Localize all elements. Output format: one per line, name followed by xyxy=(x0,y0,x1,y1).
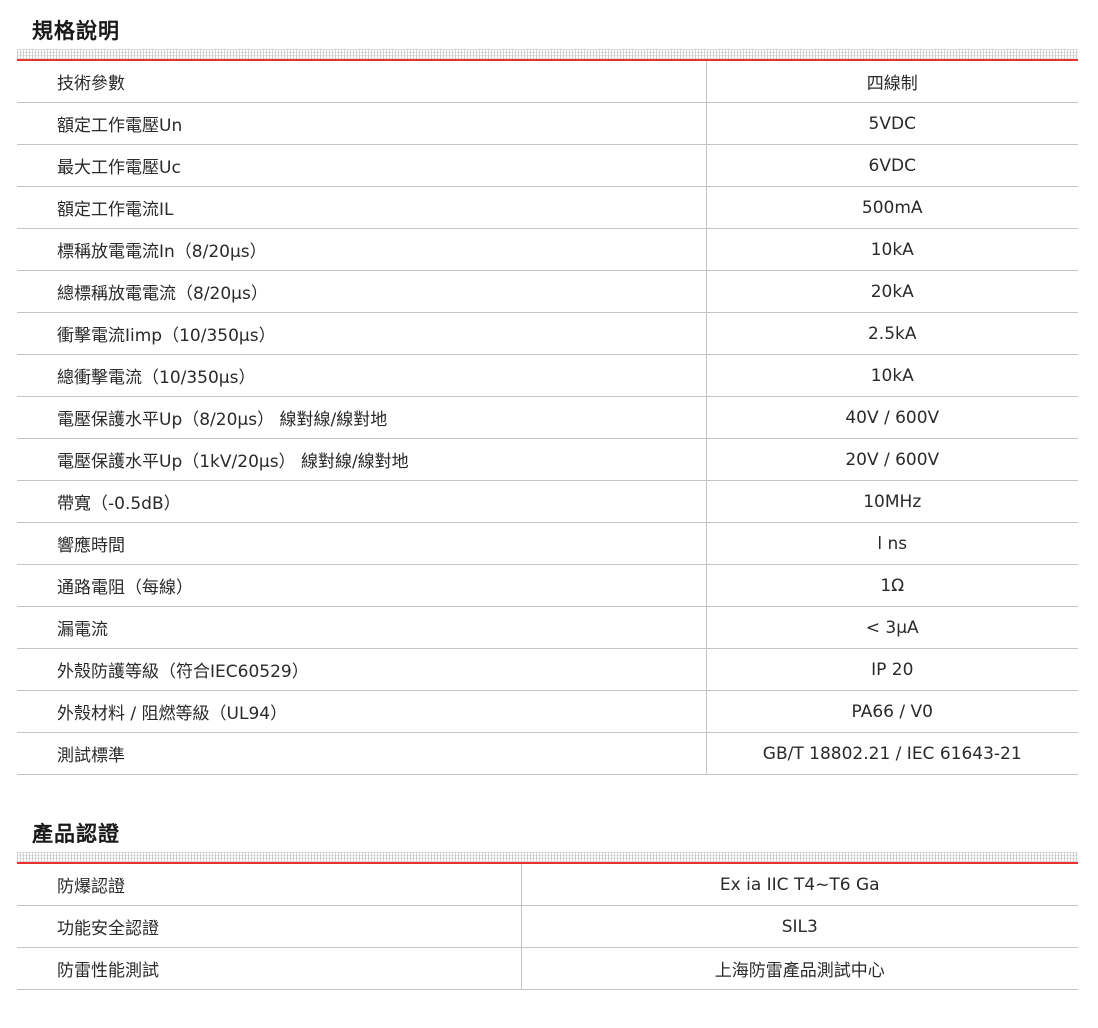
row-value: 20kA xyxy=(705,270,1078,313)
certs-title-rule xyxy=(17,852,1078,864)
row-value: IP 20 xyxy=(705,648,1078,691)
row-label: 電壓保護水平Up（8/20μs） 線對線/線對地 xyxy=(17,396,706,439)
table-row: 標稱放電電流In（8/20μs） 10kA xyxy=(17,228,1078,271)
row-label: 技術參數 xyxy=(17,61,706,103)
row-value: Ex ia IIC T4~T6 Ga xyxy=(520,864,1078,906)
row-label: 通路電阻（每線） xyxy=(17,564,706,607)
row-label: 帶寬（-0.5dB） xyxy=(17,480,706,523)
specs-title-rule xyxy=(17,49,1078,61)
table-row: 防雷性能測試 上海防雷產品測試中心 xyxy=(17,947,1078,990)
row-value: 四線制 xyxy=(705,61,1078,103)
row-label: 總衝擊電流（10/350μs） xyxy=(17,354,706,397)
row-label: 外殼防護等級（符合IEC60529） xyxy=(17,648,706,691)
row-value: 6VDC xyxy=(705,144,1078,187)
row-value: 500mA xyxy=(705,186,1078,229)
table-row: 外殼材料 / 阻燃等級（UL94） PA66 / V0 xyxy=(17,690,1078,733)
table-row: 測試標準 GB/T 18802.21 / IEC 61643-21 xyxy=(17,732,1078,775)
row-label: 衝擊電流Iimp（10/350μs） xyxy=(17,312,706,355)
row-value: 1Ω xyxy=(705,564,1078,607)
row-value: 5VDC xyxy=(705,102,1078,145)
specs-table: 技術參數 四線制 額定工作電壓Un 5VDC 最大工作電壓Uc 6VDC 額定工作電流IL 5… xyxy=(17,61,1078,775)
table-row: 額定工作電流IL 500mA xyxy=(17,186,1078,229)
row-label: 測試標準 xyxy=(17,732,706,775)
table-row: 響應時間 l ns xyxy=(17,522,1078,565)
row-label: 最大工作電壓Uc xyxy=(17,144,706,187)
row-value: 10kA xyxy=(705,354,1078,397)
row-value: SIL3 xyxy=(520,905,1078,948)
row-value: 2.5kA xyxy=(705,312,1078,355)
row-value: l ns xyxy=(705,522,1078,565)
row-label: 外殼材料 / 阻燃等級（UL94） xyxy=(17,690,706,733)
row-value: 10MHz xyxy=(705,480,1078,523)
table-row: 功能安全認證 SIL3 xyxy=(17,905,1078,948)
table-row: 帶寬（-0.5dB） 10MHz xyxy=(17,480,1078,523)
row-label: 防爆認證 xyxy=(17,864,521,906)
row-value: 10kA xyxy=(705,228,1078,271)
row-label: 響應時間 xyxy=(17,522,706,565)
table-row: 衝擊電流Iimp（10/350μs） 2.5kA xyxy=(17,312,1078,355)
row-value: 40V / 600V xyxy=(705,396,1078,439)
table-row: 最大工作電壓Uc 6VDC xyxy=(17,144,1078,187)
row-label: 漏電流 xyxy=(17,606,706,649)
table-row: 通路電阻（每線） 1Ω xyxy=(17,564,1078,607)
row-label: 總標稱放電電流（8/20μs） xyxy=(17,270,706,313)
row-label: 防雷性能測試 xyxy=(17,947,521,990)
certs-title: 產品認證 xyxy=(32,822,120,846)
row-label: 額定工作電流IL xyxy=(17,186,706,229)
table-row: 電壓保護水平Up（1kV/20μs） 線對線/線對地 20V / 600V xyxy=(17,438,1078,481)
row-label: 電壓保護水平Up（1kV/20μs） 線對線/線對地 xyxy=(17,438,706,481)
table-row: 總衝擊電流（10/350μs） 10kA xyxy=(17,354,1078,397)
row-value: 20V / 600V xyxy=(705,438,1078,481)
row-value: GB/T 18802.21 / IEC 61643-21 xyxy=(705,732,1078,775)
certs-table: 防爆認證 Ex ia IIC T4~T6 Ga 功能安全認證 SIL3 防雷性能測試 上海… xyxy=(17,864,1078,990)
row-value: PA66 / V0 xyxy=(705,690,1078,733)
table-row: 額定工作電壓Un 5VDC xyxy=(17,102,1078,145)
specs-title: 規格說明 xyxy=(32,19,120,43)
table-row: 電壓保護水平Up（8/20μs） 線對線/線對地 40V / 600V xyxy=(17,396,1078,439)
row-label: 功能安全認證 xyxy=(17,905,521,948)
table-row: 技術參數 四線制 xyxy=(17,61,1078,103)
table-row: 總標稱放電電流（8/20μs） 20kA xyxy=(17,270,1078,313)
row-label: 標稱放電電流In（8/20μs） xyxy=(17,228,706,271)
table-row: 漏電流 < 3μA xyxy=(17,606,1078,649)
row-value: 上海防雷產品測試中心 xyxy=(520,947,1078,990)
row-value: < 3μA xyxy=(705,606,1078,649)
table-row: 防爆認證 Ex ia IIC T4~T6 Ga xyxy=(17,864,1078,906)
table-row: 外殼防護等級（符合IEC60529） IP 20 xyxy=(17,648,1078,691)
row-label: 額定工作電壓Un xyxy=(17,102,706,145)
